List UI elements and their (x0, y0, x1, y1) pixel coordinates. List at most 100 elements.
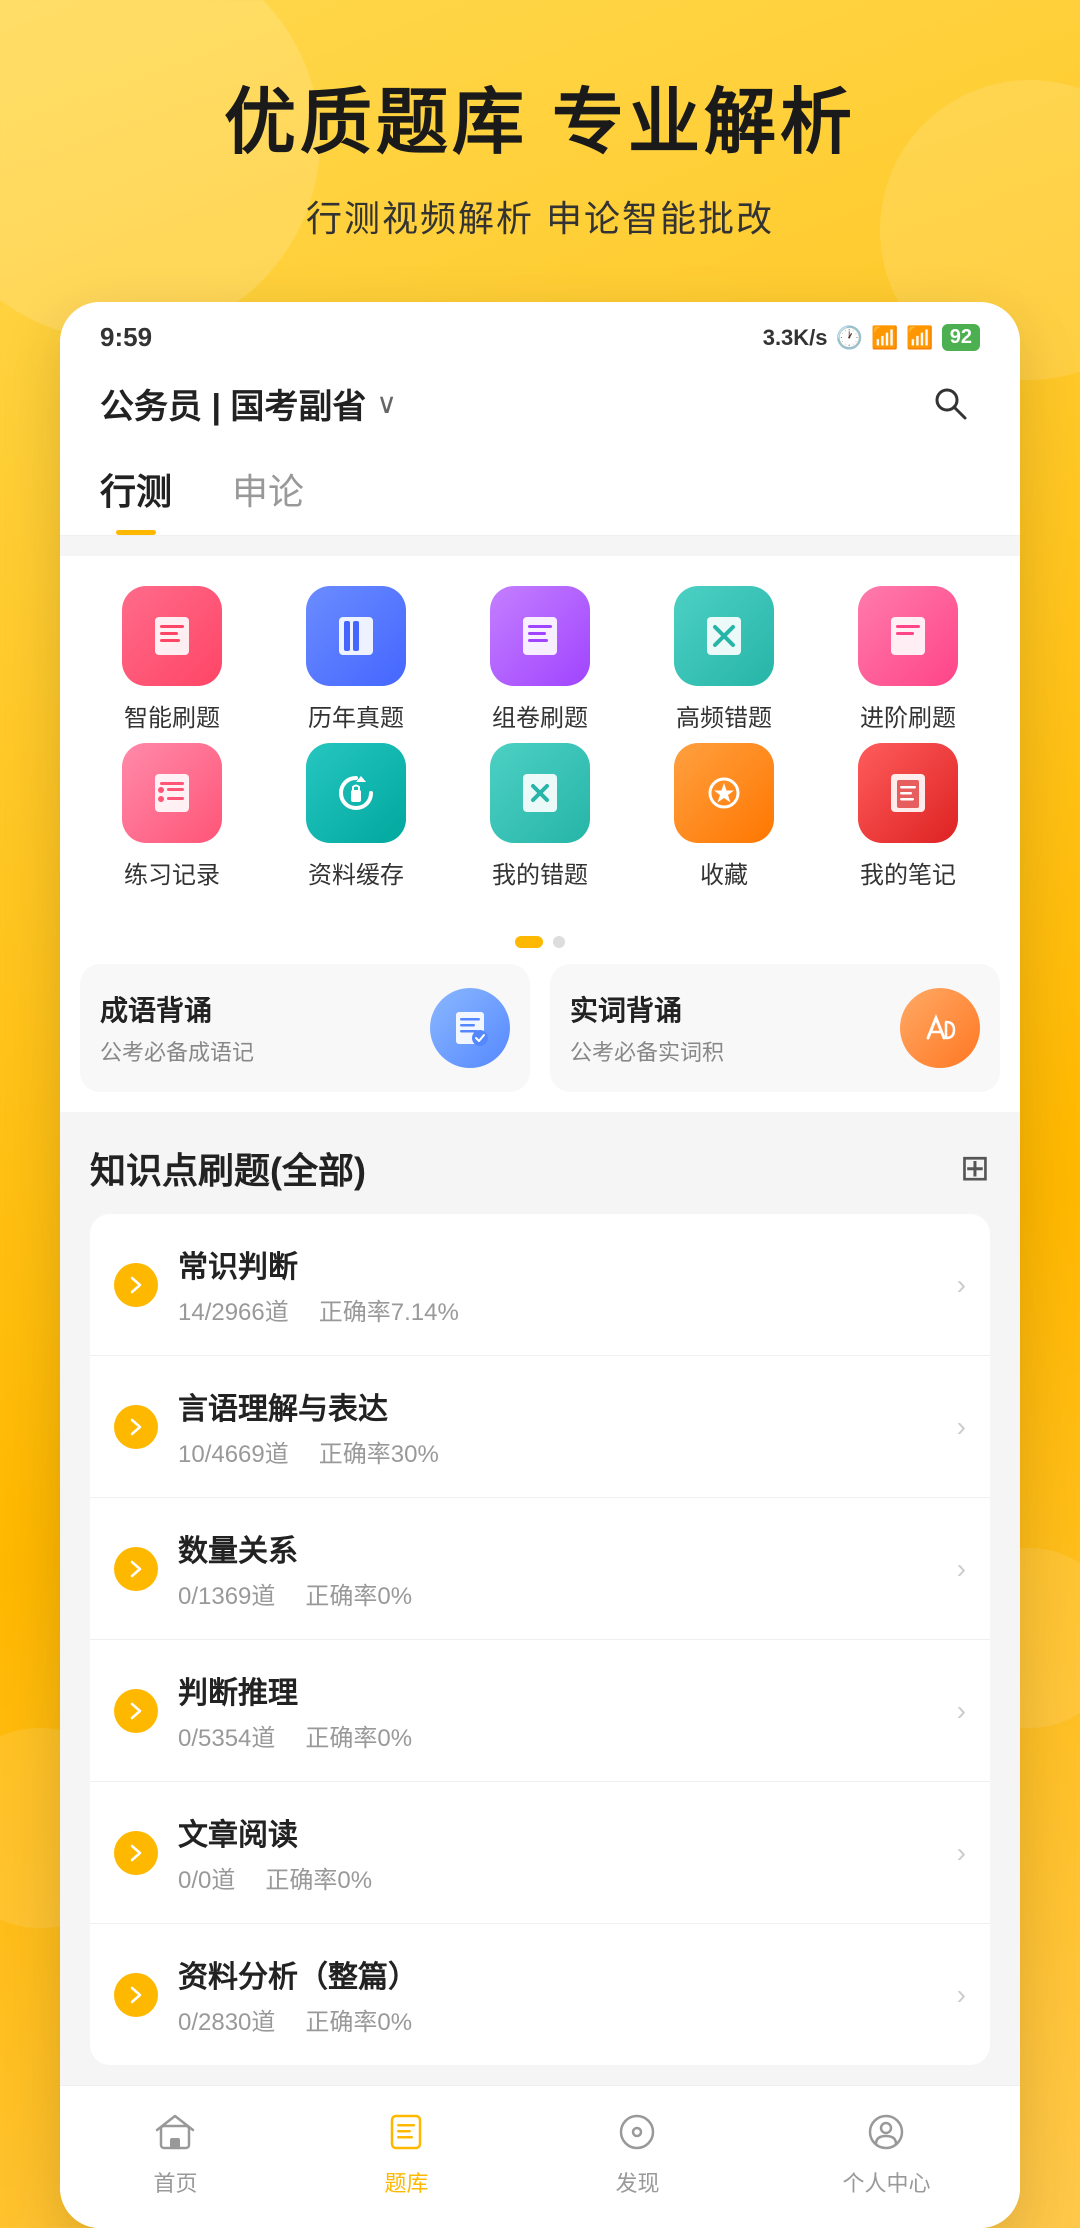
nav-discover[interactable]: 发现 (611, 2106, 663, 2198)
nav-qbank-label: 题库 (384, 2166, 428, 2198)
header-section: 优质题库 专业解析 行测视频解析 申论智能批改 (0, 0, 1080, 272)
knowledge-progress: 0/2830道 (178, 2002, 275, 2037)
knowledge-stats: 0/2830道 正确率0% (178, 2002, 957, 2037)
favorites-icon (674, 743, 774, 843)
knowledge-stats: 0/0道 正确率0% (178, 1860, 957, 1895)
knowledge-item-0[interactable]: 常识判断 14/2966道 正确率7.14% › (90, 1214, 990, 1356)
knowledge-stats: 0/5354道 正确率0% (178, 1718, 957, 1753)
icon-favorites[interactable]: 收藏 (644, 743, 804, 890)
icon-compose-exam[interactable]: 组卷刷题 (460, 586, 620, 733)
section-title: 知识点刷题(全部) (90, 1142, 366, 1194)
icon-my-notes[interactable]: 我的笔记 (828, 743, 988, 890)
header-title: 优质题库 专业解析 (60, 80, 1020, 166)
nav-question-bank[interactable]: 题库 (380, 2106, 432, 2198)
knowledge-info: 资料分析（整篇） 0/2830道 正确率0% (178, 1952, 957, 2037)
memo-card-word[interactable]: 实词背诵 公考必备实词积 (550, 964, 1000, 1092)
knowledge-item-3[interactable]: 判断推理 0/5354道 正确率0% › (90, 1640, 990, 1782)
memo-word-sub: 公考必备实词积 (570, 1035, 900, 1067)
memo-word-icon (900, 988, 980, 1068)
knowledge-title: 判断推理 (178, 1668, 957, 1712)
chevron-down-icon: ∨ (376, 387, 397, 420)
my-wrong-icon (490, 743, 590, 843)
chevron-right-icon: › (957, 1695, 966, 1727)
dot-1 (515, 936, 543, 948)
signal-icon: 📶 (871, 325, 898, 351)
knowledge-accuracy: 正确率0% (305, 2002, 412, 2037)
knowledge-title: 文章阅读 (178, 1810, 957, 1854)
tab-shenlun[interactable]: 申论 (232, 453, 304, 535)
knowledge-progress: 0/5354道 (178, 1718, 275, 1753)
nav-home-label: 首页 (153, 2166, 197, 2198)
past-exam-icon (306, 586, 406, 686)
icon-cache[interactable]: 资料缓存 (276, 743, 436, 890)
tab-xinche[interactable]: 行测 (100, 453, 172, 535)
network-speed: 3.3K/s (763, 325, 828, 351)
knowledge-title: 常识判断 (178, 1242, 957, 1286)
knowledge-progress: 10/4669道 (178, 1434, 289, 1469)
knowledge-accuracy: 正确率0% (305, 1718, 412, 1753)
smart-practice-icon (122, 586, 222, 686)
nav-home[interactable]: 首页 (149, 2106, 201, 2198)
memo-word-text: 实词背诵 公考必备实词积 (570, 989, 900, 1067)
phone-card: 9:59 3.3K/s 🕐 📶 📶 92 公务员 | 国考副省 ∨ 行测 申论 (60, 302, 1020, 2228)
header-subtitle: 行测视频解析 申论智能批改 (60, 190, 1020, 242)
knowledge-arrow-icon (114, 1405, 158, 1449)
knowledge-list: 常识判断 14/2966道 正确率7.14% › 言语理解与表达 10/4669… (90, 1214, 990, 2065)
wifi-icon: 📶 (906, 325, 933, 351)
knowledge-info: 常识判断 14/2966道 正确率7.14% (178, 1242, 957, 1327)
knowledge-item-5[interactable]: 资料分析（整篇） 0/2830道 正确率0% › (90, 1924, 990, 2065)
knowledge-accuracy: 正确率30% (319, 1434, 439, 1469)
memo-idiom-text: 成语背诵 公考必备成语记 (100, 989, 430, 1067)
icon-label-cache: 资料缓存 (308, 855, 404, 890)
knowledge-info: 数量关系 0/1369道 正确率0% (178, 1526, 957, 1611)
icon-past-exam[interactable]: 历年真题 (276, 586, 436, 733)
status-right: 3.3K/s 🕐 📶 📶 92 (763, 324, 980, 351)
icon-practice-record[interactable]: 练习记录 (92, 743, 252, 890)
frequent-wrong-icon (674, 586, 774, 686)
bottom-nav: 首页 题库 发现 个人中心 (60, 2085, 1020, 2228)
knowledge-accuracy: 正确率0% (305, 1576, 412, 1611)
nav-title-group[interactable]: 公务员 | 国考副省 ∨ (100, 379, 397, 428)
clock-icon: 🕐 (836, 325, 863, 351)
search-button[interactable] (920, 373, 980, 433)
knowledge-stats: 14/2966道 正确率7.14% (178, 1292, 957, 1327)
nav-discover-label: 发现 (615, 2166, 659, 2198)
knowledge-arrow-icon (114, 1973, 158, 2017)
tab-bar: 行测 申论 (60, 453, 1020, 536)
knowledge-item-1[interactable]: 言语理解与表达 10/4669道 正确率30% › (90, 1356, 990, 1498)
memo-idiom-title: 成语背诵 (100, 989, 430, 1029)
cache-icon (306, 743, 406, 843)
knowledge-arrow-icon (114, 1689, 158, 1733)
icon-label-frequent: 高频错题 (676, 698, 772, 733)
dot-indicators (60, 920, 1020, 964)
icon-label-my-wrong: 我的错题 (492, 855, 588, 890)
nav-title: 公务员 | 国考副省 (100, 379, 366, 428)
icon-label-notes: 我的笔记 (860, 855, 956, 890)
chevron-right-icon: › (957, 1269, 966, 1301)
icon-my-wrong[interactable]: 我的错题 (460, 743, 620, 890)
nav-profile[interactable]: 个人中心 (842, 2106, 930, 2198)
grid-view-icon[interactable]: ⊞ (960, 1147, 990, 1189)
nav-header: 公务员 | 国考副省 ∨ (60, 363, 1020, 453)
status-bar: 9:59 3.3K/s 🕐 📶 📶 92 (60, 302, 1020, 363)
icon-row-1: 智能刷题 历年真题 组卷刷题 (80, 586, 1000, 733)
icon-label-favorites: 收藏 (700, 855, 748, 890)
chevron-right-icon: › (957, 1979, 966, 2011)
icon-smart-practice[interactable]: 智能刷题 (92, 586, 252, 733)
knowledge-info: 文章阅读 0/0道 正确率0% (178, 1810, 957, 1895)
knowledge-accuracy: 正确率0% (265, 1860, 372, 1895)
chevron-right-icon: › (957, 1411, 966, 1443)
icon-advanced[interactable]: 进阶刷题 (828, 586, 988, 733)
knowledge-progress: 0/1369道 (178, 1576, 275, 1611)
section-header: 知识点刷题(全部) ⊞ (90, 1142, 990, 1194)
advanced-icon (858, 586, 958, 686)
knowledge-progress: 0/0道 (178, 1860, 235, 1895)
knowledge-item-2[interactable]: 数量关系 0/1369道 正确率0% › (90, 1498, 990, 1640)
knowledge-progress: 14/2966道 (178, 1292, 289, 1327)
knowledge-item-4[interactable]: 文章阅读 0/0道 正确率0% › (90, 1782, 990, 1924)
nav-profile-label: 个人中心 (842, 2166, 930, 2198)
knowledge-title: 资料分析（整篇） (178, 1952, 957, 1996)
knowledge-arrow-icon (114, 1263, 158, 1307)
memo-card-idiom[interactable]: 成语背诵 公考必备成语记 (80, 964, 530, 1092)
icon-frequent-wrong[interactable]: 高频错题 (644, 586, 804, 733)
